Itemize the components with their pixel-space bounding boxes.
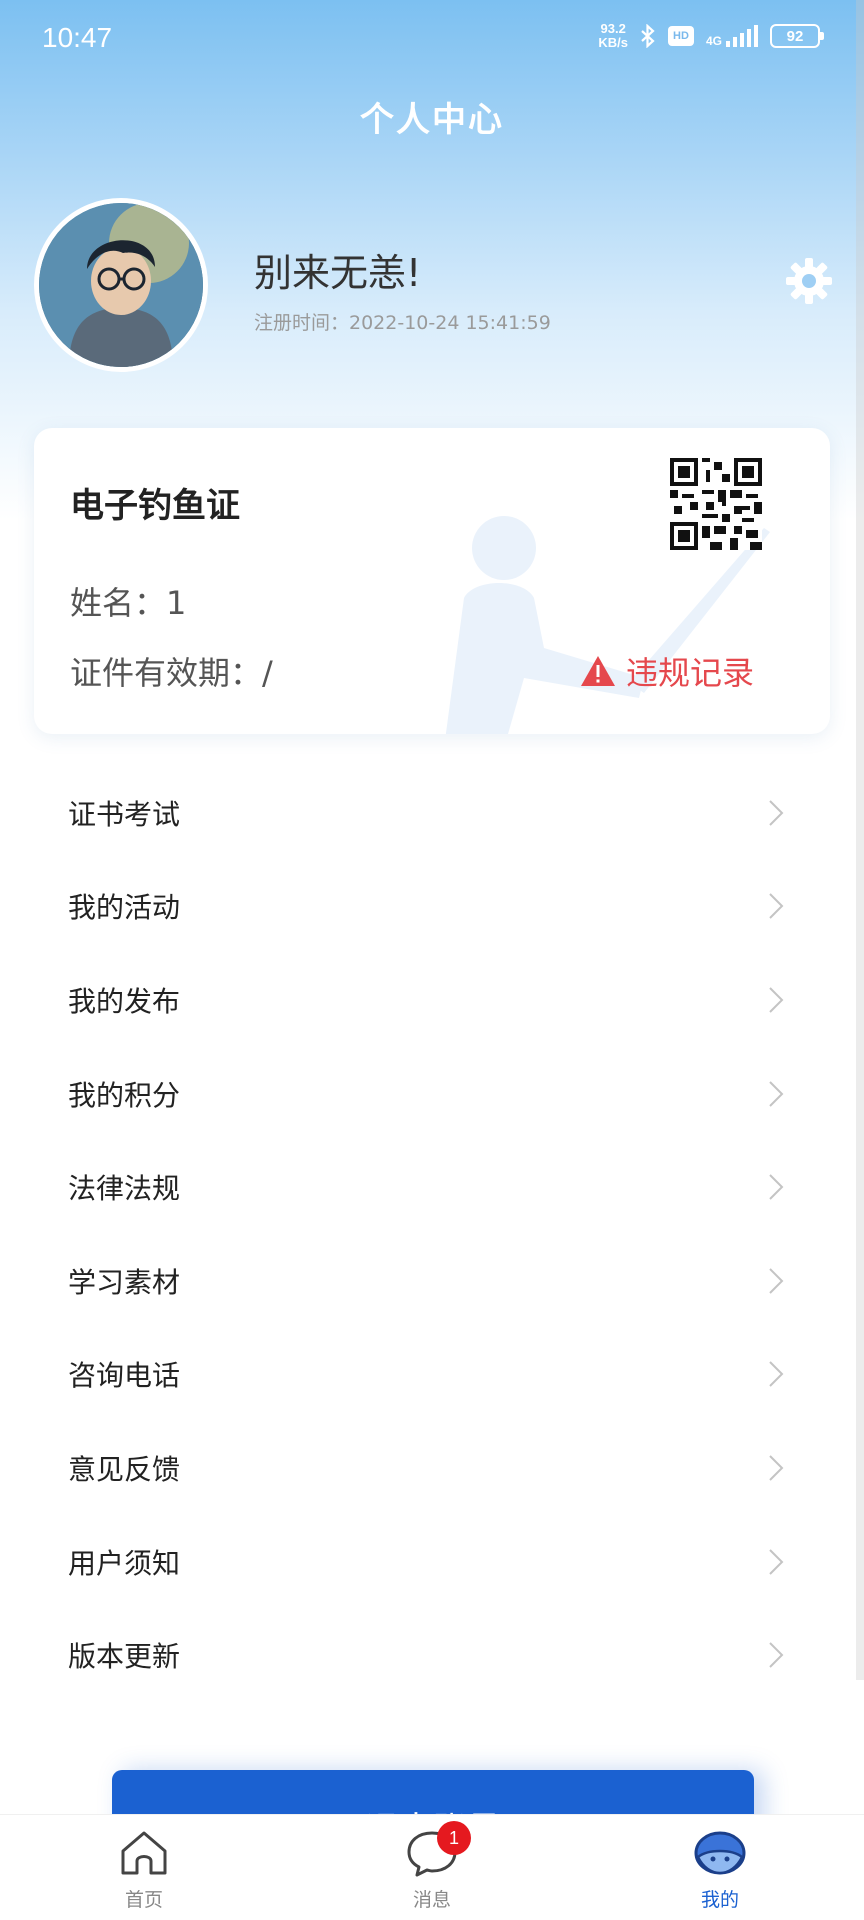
tab-label: 消息 <box>412 1889 451 1911</box>
chevron-right-icon <box>769 1455 784 1481</box>
home-icon <box>121 1831 167 1875</box>
menu-item-label: 版本更新 <box>68 1640 181 1674</box>
menu-item-label: 法律法规 <box>68 1172 181 1206</box>
violation-record-label: 违规记录 <box>626 654 755 692</box>
register-time: 注册时间：2022-10-24 15:41:59 <box>254 312 551 334</box>
menu-item-label: 我的发布 <box>68 984 181 1018</box>
warning-icon <box>581 656 615 686</box>
menu-item-feedback[interactable]: 意见反馈 <box>0 1421 864 1515</box>
network-speed-value: 93.2 <box>600 21 626 36</box>
menu-item-label: 我的活动 <box>68 891 181 925</box>
menu-item-certificate-exam[interactable]: 证书考试 <box>0 766 864 860</box>
network-type: 4G <box>705 34 722 48</box>
qr-code-icon[interactable] <box>670 458 762 550</box>
hd-icon: HD <box>667 26 694 46</box>
fisherman-watermark-icon <box>445 516 770 734</box>
menu-item-my-activities[interactable]: 我的活动 <box>0 860 864 954</box>
chevron-right-icon <box>769 800 784 826</box>
menu-item-learning-materials[interactable]: 学习素材 <box>0 1234 864 1328</box>
menu-item-label: 咨询电话 <box>68 1359 181 1393</box>
menu-item-my-points[interactable]: 我的积分 <box>0 1047 864 1141</box>
tab-home[interactable]: 首页 <box>0 1815 288 1920</box>
battery-icon: 92 <box>770 24 824 48</box>
status-time: 10:47 <box>42 22 113 53</box>
tab-label: 首页 <box>124 1889 163 1911</box>
tab-messages[interactable]: 1 消息 <box>288 1815 576 1920</box>
avatar-image <box>39 203 203 367</box>
chat-bubble-icon-wrap: 1 <box>405 1821 471 1879</box>
chevron-right-icon <box>769 1642 784 1668</box>
menu-item-label: 学习素材 <box>68 1265 181 1299</box>
menu-item-label: 证书考试 <box>68 797 181 831</box>
menu-item-label: 意见反馈 <box>68 1452 181 1486</box>
chevron-right-icon <box>769 987 784 1013</box>
avatar[interactable] <box>34 198 208 372</box>
menu-item-label: 我的积分 <box>68 1078 181 1112</box>
cellular-signal-icon: 4G <box>706 25 758 47</box>
chevron-right-icon <box>769 1080 784 1107</box>
card-title: 电子钓鱼证 <box>70 486 240 526</box>
menu-item-laws-regulations[interactable]: 法律法规 <box>0 1140 864 1234</box>
gear-icon[interactable] <box>784 256 834 306</box>
license-holder-name: 姓名：1 <box>70 584 187 622</box>
menu-item-version-update[interactable]: 版本更新 <box>0 1608 864 1702</box>
chevron-right-icon <box>769 1361 784 1388</box>
chevron-right-icon <box>769 1174 784 1200</box>
page-title: 个人中心 <box>360 100 504 140</box>
tab-mine[interactable]: 我的 <box>576 1815 864 1920</box>
menu-item-consult-phone[interactable]: 咨询电话 <box>0 1328 864 1422</box>
status-bar: 10:47 93.2 KB/s HD 4G 92 <box>0 0 864 80</box>
network-speed-unit: KB/s <box>598 35 628 50</box>
chevron-right-icon <box>769 893 784 920</box>
network-speed: 93.2 KB/s <box>598 22 628 50</box>
tab-label: 我的 <box>700 1889 739 1911</box>
license-validity: 证件有效期：/ <box>70 654 273 692</box>
fishing-license-card[interactable]: 电子钓鱼证 姓名：1 证件有效期：/ 违规记录 <box>34 428 830 734</box>
chevron-right-icon <box>769 1268 784 1294</box>
username: 别来无恙! <box>254 251 422 295</box>
bluetooth-icon <box>641 24 655 48</box>
menu-item-label: 用户须知 <box>68 1546 181 1580</box>
violation-record-link[interactable]: 违规记录 <box>580 648 754 694</box>
unread-badge: 1 <box>437 1821 471 1855</box>
profile-fish-icon <box>694 1831 746 1875</box>
menu-list: 证书考试 我的活动 我的发布 我的积分 法律法规 学习素材 咨询电话 意见反馈 … <box>0 766 864 1702</box>
menu-item-user-notice[interactable]: 用户须知 <box>0 1515 864 1609</box>
bottom-tab-bar: 首页 1 消息 我的 <box>0 1814 864 1920</box>
menu-item-my-posts[interactable]: 我的发布 <box>0 953 864 1047</box>
status-icons: 93.2 KB/s HD 4G 92 <box>598 22 824 50</box>
chevron-right-icon <box>769 1548 784 1575</box>
